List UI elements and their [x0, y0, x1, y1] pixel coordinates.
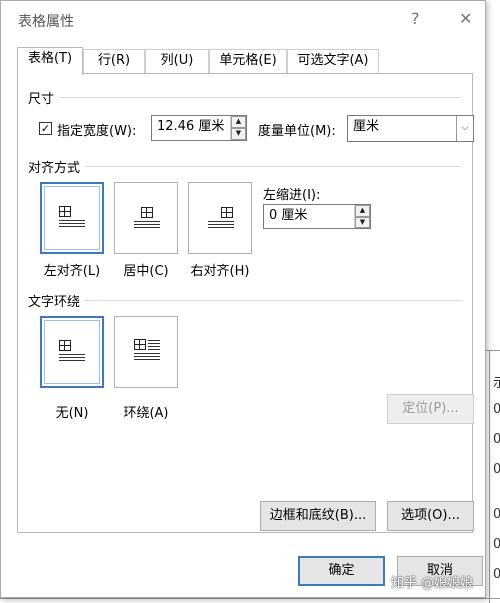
- tab-table[interactable]: 表格(T): [17, 47, 83, 75]
- triangle-down-icon[interactable]: ▼: [231, 128, 246, 140]
- align-center-caption: 居中(C): [123, 264, 169, 279]
- tab-alt-text[interactable]: 可选文字(A): [287, 49, 379, 73]
- tab-cell[interactable]: 单元格(E): [209, 49, 287, 73]
- table-grid-line: [0, 598, 500, 599]
- width-spinner[interactable]: ▲ ▼: [230, 116, 246, 140]
- background-cell: 0: [493, 432, 500, 447]
- options-button[interactable]: 选项(O)...: [387, 501, 474, 531]
- help-icon[interactable]: ?: [411, 9, 420, 28]
- ok-button[interactable]: 确定: [298, 556, 385, 586]
- background-cell: 0: [493, 537, 500, 552]
- specify-width-label: 指定宽度(W):: [57, 124, 137, 139]
- table-grid-line: [489, 350, 490, 603]
- wrap-none-caption: 无(N): [55, 406, 89, 421]
- wrap-around-caption: 环绕(A): [123, 406, 169, 421]
- title-bar[interactable]: 表格属性 ? ✕: [1, 1, 485, 39]
- chevron-down-icon[interactable]: ⌵: [456, 116, 473, 141]
- measure-unit-label: 度量单位(M):: [258, 124, 336, 139]
- align-center-button[interactable]: [114, 182, 178, 254]
- group-divider: [84, 166, 462, 167]
- background-cell: 0: [493, 462, 500, 477]
- align-right-icon: [208, 207, 234, 231]
- align-center-icon: [134, 207, 160, 231]
- tab-row[interactable]: 行(R): [83, 49, 145, 73]
- wrap-around-icon: [134, 339, 160, 363]
- measure-unit-value: 厘米: [353, 119, 380, 134]
- triangle-down-icon[interactable]: ▼: [355, 216, 370, 228]
- measure-unit-select[interactable]: 厘米 ⌵: [347, 115, 474, 142]
- wrap-around-button[interactable]: [114, 316, 178, 388]
- position-button[interactable]: 定位(P)...: [387, 394, 474, 424]
- background-cell: 示: [493, 376, 500, 391]
- align-right-button[interactable]: [188, 182, 252, 254]
- background-cell: 0: [493, 402, 500, 417]
- checkmark-icon: ✓: [40, 122, 51, 135]
- group-divider: [58, 97, 462, 98]
- triangle-up-icon[interactable]: ▲: [231, 116, 246, 128]
- width-value: 12.46 厘米: [157, 119, 225, 134]
- align-left-icon: [59, 206, 85, 230]
- watermark-text: 知乎 @娘娘娘: [391, 576, 474, 591]
- align-right-caption: 右对齐(H): [190, 264, 250, 279]
- table-properties-dialog: 表格属性 ? ✕ 表格(T) 行(R) 列(U) 单元格(E) 可选文字(A) …: [0, 0, 486, 598]
- left-indent-label: 左缩进(I):: [263, 188, 321, 203]
- background-cell: 0: [493, 507, 500, 522]
- dialog-title: 表格属性: [18, 14, 74, 30]
- group-divider: [84, 300, 462, 301]
- wrap-none-button[interactable]: [40, 316, 104, 388]
- wrapping-group-label: 文字环绕: [28, 295, 81, 310]
- size-group-label: 尺寸: [28, 92, 55, 107]
- triangle-up-icon[interactable]: ▲: [355, 205, 370, 217]
- alignment-group-label: 对齐方式: [28, 161, 81, 176]
- left-indent-spinner[interactable]: ▲ ▼: [354, 205, 370, 228]
- tab-panel-table: 尺寸 ✓ 指定宽度(W): 12.46 厘米 ▲ ▼ 度量单位(M): 厘米 ⌵…: [17, 73, 474, 533]
- close-icon[interactable]: ✕: [459, 9, 472, 28]
- align-left-caption: 左对齐(L): [43, 264, 101, 279]
- align-left-button[interactable]: [40, 182, 104, 254]
- borders-shading-button[interactable]: 边框和底纹(B)...: [260, 501, 376, 531]
- tab-column[interactable]: 列(U): [145, 49, 209, 73]
- wrap-none-icon: [59, 340, 85, 364]
- background-cell: 0: [493, 567, 500, 582]
- specify-width-checkbox[interactable]: ✓: [39, 122, 52, 135]
- left-indent-value: 0 厘米: [269, 208, 308, 223]
